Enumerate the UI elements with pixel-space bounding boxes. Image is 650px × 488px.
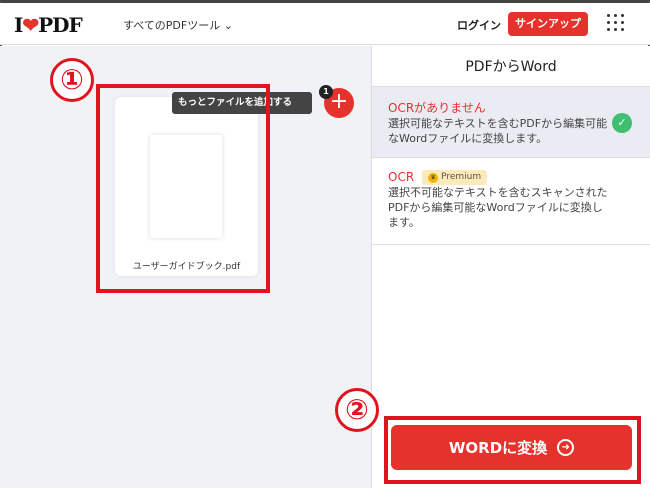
premium-badge: ♛ Premium — [422, 170, 488, 185]
file-count-badge: 1 — [319, 85, 333, 99]
ilovepdf-logo[interactable]: I❤PDF — [14, 13, 83, 37]
option-title: OCR — [388, 170, 415, 184]
signup-button[interactable]: サインアップ — [508, 12, 588, 36]
annotation-step-1: ① — [50, 58, 94, 102]
option-no-ocr[interactable]: OCRがありません 選択可能なテキストを含むPDFから編集可能なWordファイル… — [372, 86, 650, 157]
all-tools-menu[interactable]: すべてのPDFツール ⌄ — [123, 17, 233, 33]
annotation-box-2 — [384, 416, 641, 484]
header: I❤PDF すべてのPDFツール ⌄ ログイン サインアップ — [0, 3, 650, 45]
annotation-box-1 — [96, 84, 270, 293]
option-description: 選択可能なテキストを含むPDFから編集可能なWordファイルに変換します。 — [388, 117, 608, 145]
apps-grid-icon[interactable] — [607, 14, 625, 32]
check-icon: ✓ — [612, 113, 632, 133]
option-description: 選択不可能なテキストを含むスキャンされたPDFから編集可能なWordファイルに変… — [388, 186, 608, 229]
panel-title: PDFからWord — [465, 59, 557, 75]
crown-icon: ♛ — [428, 173, 439, 183]
option-title: OCRがありません — [388, 101, 486, 115]
option-ocr[interactable]: OCR ♛ Premium 選択不可能なテキストを含むスキャンされたPDFから編集… — [372, 157, 650, 245]
login-link[interactable]: ログイン — [457, 17, 501, 33]
annotation-step-2: ② — [335, 388, 379, 432]
premium-label: Premium — [441, 172, 482, 182]
all-tools-label: すべてのPDFツール — [123, 19, 221, 32]
chevron-down-icon: ⌄ — [223, 19, 233, 32]
